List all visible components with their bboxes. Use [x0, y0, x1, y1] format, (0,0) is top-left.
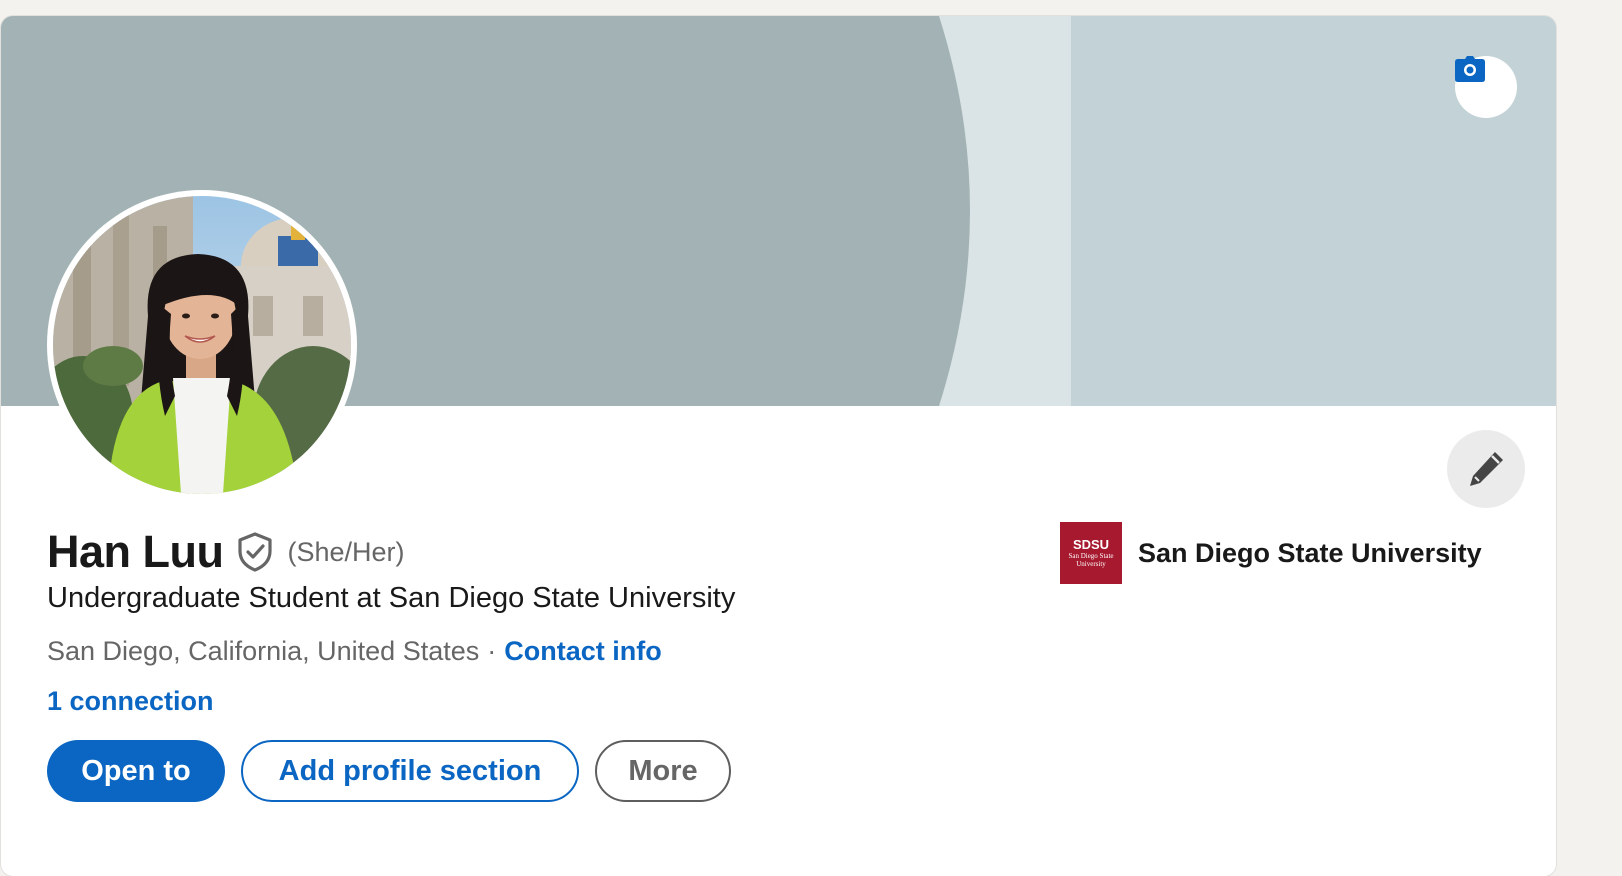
profile-card: Han Luu (She/Her) Undergraduate Student …	[1, 16, 1556, 876]
profile-name: Han Luu	[47, 526, 224, 577]
edit-profile-button[interactable]	[1447, 430, 1525, 508]
pencil-icon	[1470, 452, 1503, 486]
profile-photo[interactable]	[47, 190, 357, 500]
profile-actions: Open to Add profile section More	[47, 740, 731, 802]
add-profile-section-button[interactable]: Add profile section	[241, 740, 579, 802]
school-name: San Diego State University	[1138, 537, 1482, 568]
verified-shield-icon[interactable]	[237, 532, 273, 572]
more-button[interactable]: More	[595, 740, 731, 802]
camera-icon	[1455, 56, 1485, 82]
sdsu-logo-abbr: SDSU	[1072, 537, 1110, 552]
open-to-button[interactable]: Open to	[47, 740, 225, 802]
contact-info-link[interactable]: Contact info	[504, 636, 661, 666]
location-row: San Diego, California, United States · Con…	[47, 636, 662, 667]
portrait-illustration	[53, 196, 351, 494]
connections-link[interactable]: 1 connection	[47, 686, 214, 717]
profile-photo-image	[53, 196, 351, 494]
sdsu-logo-line1: San Diego State	[1068, 552, 1114, 560]
sdsu-logo-line2: University	[1076, 560, 1106, 568]
location-separator: ·	[487, 636, 497, 666]
profile-pronouns: (She/Her)	[287, 536, 405, 567]
sdsu-logo: SDSU San Diego State University	[1060, 522, 1122, 584]
education-school-link[interactable]: SDSU San Diego State University San Dieg…	[1060, 522, 1482, 584]
profile-location: San Diego, California, United States	[47, 636, 480, 666]
name-row: Han Luu (She/Her)	[47, 524, 405, 580]
edit-banner-button[interactable]	[1455, 56, 1517, 118]
profile-headline: Undergraduate Student at San Diego State…	[47, 582, 736, 614]
